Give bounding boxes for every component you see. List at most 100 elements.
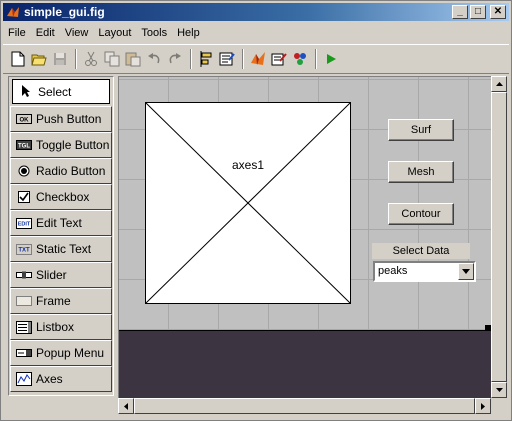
popup-menu-icon	[16, 347, 32, 359]
new-file-icon[interactable]	[9, 50, 27, 68]
toolbar	[3, 44, 509, 74]
palette-item-label: Checkbox	[36, 190, 90, 204]
menu-editor-icon[interactable]	[218, 50, 236, 68]
copy-icon[interactable]	[103, 50, 121, 68]
push-button-icon-text: OK	[20, 118, 30, 124]
layout-canvas[interactable]: axes1 Surf Mesh Contour Select Data peak…	[118, 76, 491, 398]
property-inspector-icon[interactable]	[270, 50, 288, 68]
component-palette: Select OK Push Button TGL Toggle Button …	[8, 76, 114, 396]
palette-item-label: Axes	[36, 372, 63, 386]
palette-item-label: Frame	[36, 294, 71, 308]
palette-item-label: Toggle Button	[36, 138, 110, 152]
toolbar-separator	[242, 49, 244, 69]
guide-window: simple_gui.fig _ □ ✕ File Edit View Layo…	[0, 0, 512, 421]
edit-text-icon: EDIT	[16, 217, 32, 229]
data-popup-menu[interactable]: peaks	[373, 261, 476, 282]
palette-item-checkbox[interactable]: Checkbox	[10, 184, 112, 210]
title-bar[interactable]: simple_gui.fig _ □ ✕	[3, 3, 509, 21]
palette-item-radio-button[interactable]: Radio Button	[10, 158, 112, 184]
toggle-button-icon: TGL	[16, 139, 32, 151]
menu-tools[interactable]: Tools	[136, 27, 172, 39]
align-objects-icon[interactable]	[197, 50, 215, 68]
scroll-up-button[interactable]	[491, 76, 507, 92]
radio-button-icon	[16, 165, 32, 177]
palette-item-axes[interactable]: Axes	[10, 366, 112, 392]
close-icon: ✕	[493, 6, 503, 17]
palette-item-static-text[interactable]: TXT Static Text	[10, 236, 112, 262]
chevron-down-icon[interactable]	[458, 263, 474, 280]
run-icon[interactable]	[322, 50, 340, 68]
select-data-label: Select Data	[372, 243, 470, 259]
menu-file[interactable]: File	[3, 27, 31, 39]
toolbar-separator	[190, 49, 192, 69]
palette-item-listbox[interactable]: Listbox	[10, 314, 112, 340]
palette-item-frame[interactable]: Frame	[10, 288, 112, 314]
undo-icon[interactable]	[145, 50, 163, 68]
minimize-icon: _	[457, 6, 463, 17]
open-folder-icon[interactable]	[30, 50, 48, 68]
palette-item-label: Radio Button	[36, 164, 106, 178]
window-title: simple_gui.fig	[24, 5, 105, 19]
menu-view[interactable]: View	[60, 27, 94, 39]
checkbox-icon	[16, 191, 32, 203]
maximize-button[interactable]: □	[470, 5, 486, 19]
push-button-icon: OK	[16, 113, 32, 125]
palette-item-push-button[interactable]: OK Push Button	[10, 106, 112, 132]
object-browser-icon[interactable]	[291, 50, 309, 68]
arrow-down-icon	[495, 388, 503, 392]
arrow-up-icon	[495, 82, 503, 86]
scroll-left-button[interactable]	[118, 398, 134, 414]
paste-icon[interactable]	[124, 50, 142, 68]
popup-selected-value: peaks	[378, 265, 408, 277]
menu-layout[interactable]: Layout	[93, 27, 136, 39]
scroll-down-button[interactable]	[491, 382, 507, 398]
maximize-icon: □	[474, 6, 482, 17]
cut-icon[interactable]	[82, 50, 100, 68]
redo-icon[interactable]	[166, 50, 184, 68]
palette-item-slider[interactable]: Slider	[10, 262, 112, 288]
menu-bar: File Edit View Layout Tools Help	[3, 23, 509, 42]
arrow-pointer-icon	[18, 85, 34, 98]
toolbar-separator	[75, 49, 77, 69]
slider-icon	[16, 269, 32, 281]
menu-help[interactable]: Help	[172, 27, 205, 39]
arrow-right-icon	[481, 402, 485, 410]
minimize-button[interactable]: _	[452, 5, 468, 19]
save-icon[interactable]	[51, 50, 69, 68]
scrollbar-corner	[491, 398, 507, 414]
palette-item-label: Slider	[36, 268, 67, 282]
close-button[interactable]: ✕	[490, 5, 506, 19]
palette-item-label: Push Button	[36, 112, 102, 126]
static-text-icon-text: TXT	[18, 247, 30, 253]
mesh-button[interactable]: Mesh	[388, 161, 454, 183]
palette-item-label: Listbox	[36, 320, 75, 334]
scroll-right-button[interactable]	[475, 398, 491, 414]
toolbar-separator	[315, 49, 317, 69]
m-file-editor-icon[interactable]	[249, 50, 267, 68]
axes-tag-label: axes1	[231, 158, 265, 172]
axes-component[interactable]: axes1	[145, 102, 351, 304]
palette-item-label: Select	[38, 84, 72, 99]
axes-icon	[16, 372, 32, 386]
matlab-logo-icon	[7, 7, 19, 17]
contour-button[interactable]: Contour	[388, 203, 454, 225]
toggle-button-icon-text: TGL	[18, 144, 30, 150]
palette-item-label: Popup Menu	[36, 346, 105, 360]
vertical-scroll-thumb[interactable]	[491, 92, 507, 382]
palette-item-select[interactable]: Select	[12, 79, 110, 104]
palette-item-popup-menu[interactable]: Popup Menu	[10, 340, 112, 366]
surf-button[interactable]: Surf	[388, 119, 454, 141]
figure-background-area	[119, 330, 491, 398]
menu-edit[interactable]: Edit	[31, 27, 60, 39]
palette-item-label: Static Text	[36, 242, 92, 256]
frame-icon	[16, 295, 32, 307]
edit-text-icon-text: EDIT	[18, 221, 31, 227]
palette-item-edit-text[interactable]: EDIT Edit Text	[10, 210, 112, 236]
vertical-scrollbar[interactable]	[491, 76, 507, 398]
palette-item-label: Edit Text	[36, 216, 82, 230]
palette-item-toggle-button[interactable]: TGL Toggle Button	[10, 132, 112, 158]
horizontal-scroll-thumb[interactable]	[134, 398, 475, 414]
arrow-left-icon	[124, 402, 128, 410]
horizontal-scrollbar[interactable]	[118, 398, 491, 414]
axes-placeholder-cross	[146, 103, 350, 303]
